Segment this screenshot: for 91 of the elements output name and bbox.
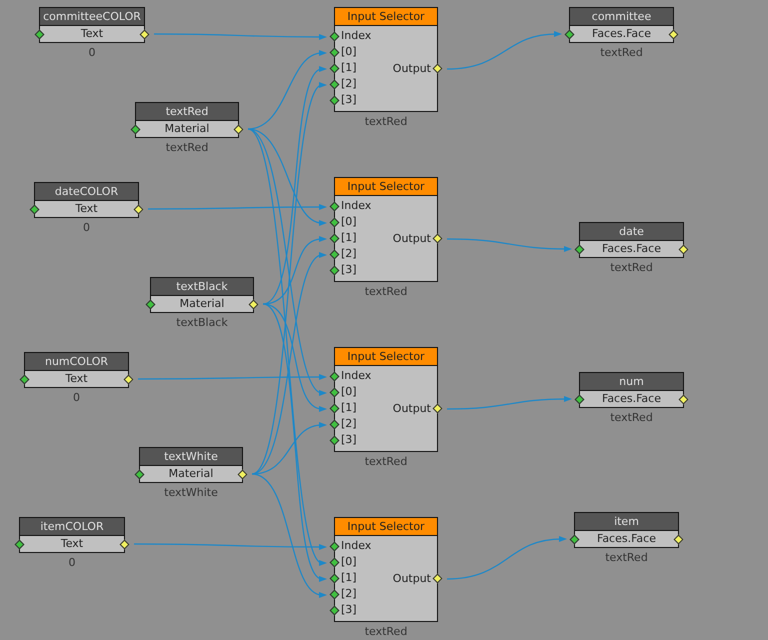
output-port-icon[interactable] (674, 534, 684, 544)
node-header[interactable]: Input Selector (334, 177, 438, 195)
node-header[interactable]: committee (569, 7, 674, 25)
port-label: Faces.Face (601, 391, 662, 407)
input-port-label: [2] (340, 586, 358, 602)
input-port-label: [0] (340, 554, 358, 570)
input-port-label: [0] (340, 384, 358, 400)
node-caption: textRed (164, 141, 210, 154)
input-port-icon[interactable] (34, 30, 44, 40)
input-port-label: [3] (340, 92, 358, 108)
input-port-label: [3] (340, 602, 358, 618)
output-port-icon[interactable] (120, 540, 130, 550)
node-header[interactable]: Input Selector (334, 7, 438, 25)
node-caption: textRed (609, 261, 654, 274)
node-header[interactable]: item (574, 512, 679, 530)
port-label: Text (64, 371, 89, 387)
node-header[interactable]: dateCOLOR (34, 182, 139, 200)
input-port-label: [1] (340, 230, 358, 246)
input-port-label: [3] (340, 262, 358, 278)
output-port-icon[interactable] (678, 394, 688, 404)
port-label: Material (164, 121, 210, 137)
output-port-icon[interactable] (124, 374, 134, 384)
node-header[interactable]: itemCOLOR (19, 517, 125, 535)
input-port-label: [0] (340, 214, 358, 230)
node-caption: textRed (364, 115, 408, 128)
output-port-icon[interactable] (234, 124, 244, 134)
output-port-icon[interactable] (238, 470, 248, 480)
output-port-icon[interactable] (668, 30, 678, 40)
node-caption: 0 (68, 556, 76, 569)
output-port-icon[interactable] (248, 300, 258, 310)
input-port-icon[interactable] (14, 540, 24, 550)
input-port-icon[interactable] (130, 124, 140, 134)
port-label: Faces.Face (596, 531, 657, 547)
node-caption: textRed (364, 455, 408, 468)
node-header[interactable]: num (579, 372, 684, 390)
input-port-label: [0] (340, 44, 358, 60)
node-header[interactable]: Input Selector (334, 347, 438, 365)
port-label: Material (178, 296, 226, 312)
port-label: Faces.Face (591, 26, 652, 42)
node-caption: textBlack (175, 316, 229, 329)
node-header[interactable]: committeeCOLOR (39, 7, 145, 25)
input-port-icon[interactable] (30, 204, 40, 214)
output-port-label: Output (392, 62, 432, 74)
output-port-icon[interactable] (678, 244, 688, 254)
node-caption: textRed (364, 625, 408, 638)
port-label: Text (60, 536, 84, 552)
node-caption: textRed (364, 285, 408, 298)
input-port-icon[interactable] (574, 244, 584, 254)
node-caption: textWhite (163, 486, 219, 499)
input-port-icon[interactable] (570, 534, 580, 544)
output-port-label: Output (392, 232, 432, 244)
node-header[interactable]: textWhite (139, 447, 243, 465)
output-port-icon[interactable] (432, 404, 442, 414)
input-port-icon[interactable] (20, 374, 30, 384)
output-port-icon[interactable] (140, 30, 150, 40)
input-port-label: [2] (340, 246, 358, 262)
input-port-icon[interactable] (146, 300, 156, 310)
input-port-label: [1] (340, 400, 358, 416)
node-header[interactable]: textBlack (150, 277, 254, 295)
port-label: Text (74, 201, 99, 217)
input-port-label: Index (340, 198, 372, 214)
node-header[interactable]: textRed (135, 102, 239, 120)
node-caption: textRed (599, 46, 644, 59)
output-port-icon[interactable] (432, 574, 442, 584)
port-label: Text (80, 26, 104, 42)
input-port-label: Index (340, 538, 372, 554)
input-port-label: [1] (340, 570, 358, 586)
port-label: Faces.Face (601, 241, 662, 257)
node-caption: 0 (82, 221, 91, 234)
input-port-label: [2] (340, 416, 358, 432)
node-caption: 0 (72, 391, 81, 404)
input-port-label: [2] (340, 76, 358, 92)
output-port-icon[interactable] (432, 234, 442, 244)
input-port-label: Index (340, 28, 372, 44)
node-caption: textRed (604, 551, 649, 564)
node-header[interactable]: numCOLOR (24, 352, 129, 370)
input-port-icon[interactable] (574, 394, 584, 404)
input-port-label: [3] (340, 432, 358, 448)
output-port-label: Output (392, 402, 432, 414)
input-port-icon[interactable] (134, 470, 144, 480)
input-port-icon[interactable] (564, 30, 574, 40)
output-port-icon[interactable] (134, 204, 144, 214)
node-caption: textRed (609, 411, 654, 424)
output-port-icon[interactable] (432, 64, 442, 74)
node-caption: 0 (88, 46, 96, 59)
input-port-label: Index (340, 368, 372, 384)
node-header[interactable]: date (579, 222, 684, 240)
output-port-label: Output (392, 572, 432, 584)
input-port-label: [1] (340, 60, 358, 76)
node-header[interactable]: Input Selector (334, 517, 438, 535)
port-label: Material (168, 466, 214, 482)
